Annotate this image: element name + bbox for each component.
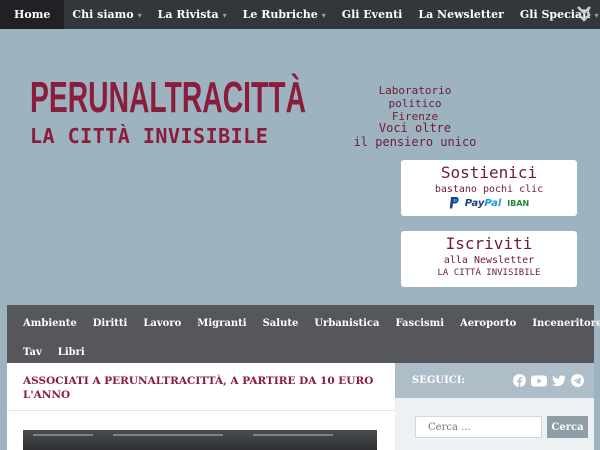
tagline-line: Laboratorio politico — [378, 84, 452, 110]
paypal-pay: Pay — [464, 197, 485, 209]
nav-label: Gli Eventi — [341, 8, 403, 21]
telegram-icon[interactable] — [571, 374, 584, 387]
chevron-down-icon: ▾ — [137, 9, 142, 20]
post-header: ASSOCIATI A PERUNALTRACITTÀ, A PARTIRE D… — [7, 363, 395, 411]
category-fascismi[interactable]: Fascismi — [387, 318, 452, 329]
social-links — [513, 374, 584, 387]
paypal-label: PayPal — [465, 198, 502, 209]
post-image[interactable] — [23, 430, 377, 450]
nav-la-newsletter[interactable]: La Newsletter — [410, 0, 512, 29]
chevron-down-icon: ▾ — [321, 9, 326, 20]
paypal-pal: Pal — [484, 197, 502, 209]
follow-header: SEGUICI: — [395, 363, 594, 398]
newsletter-title: Iscriviti — [445, 234, 533, 253]
logo-text: PERUNALTRACITTÀ — [30, 72, 306, 122]
newsletter-subtitle: alla Newsletter — [443, 255, 535, 266]
newsletter-banner[interactable]: Iscriviti alla Newsletter LA CITTÀ INVIS… — [401, 231, 577, 287]
tagline-line: Voci oltre — [378, 121, 452, 135]
category-row: Ambiente Diritti Lavoro Migranti Salute … — [15, 309, 600, 338]
search-button[interactable]: Cerca — [547, 416, 588, 438]
nav-home[interactable]: Home — [0, 0, 65, 29]
category-ambiente[interactable]: Ambiente — [15, 318, 85, 329]
image-detail — [113, 434, 223, 436]
category-migranti[interactable]: Migranti — [189, 318, 254, 329]
search-input[interactable] — [415, 416, 542, 438]
nav-chi-siamo[interactable]: Chi siamo ▾ — [64, 0, 149, 29]
facebook-icon[interactable] — [513, 374, 526, 387]
youtube-icon[interactable] — [531, 375, 547, 387]
category-tav[interactable]: Tav — [15, 347, 50, 358]
category-diritti[interactable]: Diritti — [85, 318, 136, 329]
newsletter-name: LA CITTÀ INVISIBILE — [437, 268, 541, 278]
category-aeroporto[interactable]: Aeroporto — [452, 318, 524, 329]
category-inceneritore[interactable]: Inceneritore — [524, 318, 600, 329]
support-banner[interactable]: Sostienici bastano pochi clic PayPal IBA… — [401, 160, 577, 216]
image-detail — [33, 434, 93, 436]
category-salute[interactable]: Salute — [255, 318, 307, 329]
payment-methods: PayPal IBAN — [401, 197, 577, 209]
tagline-block: Laboratorio politico Firenze — [350, 84, 480, 123]
site-logo[interactable]: PERUNALTRACITTÀ — [30, 52, 310, 122]
nav-gli-eventi[interactable]: Gli Eventi — [334, 0, 411, 29]
follow-label: SEGUICI: — [412, 375, 466, 386]
nav-la-rivista[interactable]: La Rivista ▾ — [150, 0, 235, 29]
nav-le-rubriche[interactable]: Le Rubriche ▾ — [235, 0, 334, 29]
logo-subtitle: LA CITTÀ INVISIBILE — [30, 124, 269, 148]
tagline-block-2: Voci oltre il pensiero unico — [350, 121, 480, 149]
tagline-line: il pensiero unico — [353, 135, 477, 149]
main-content: ASSOCIATI A PERUNALTRACITTÀ, A PARTIRE D… — [7, 363, 395, 450]
paypal-icon — [449, 197, 459, 209]
top-navigation: Home Chi siamo ▾ La Rivista ▾ Le Rubriche ▾… — [0, 0, 600, 29]
chevron-down-icon: ▾ — [594, 9, 599, 20]
post-title[interactable]: ASSOCIATI A PERUNALTRACITTÀ, A PARTIRE D… — [23, 374, 379, 402]
nav-label: Home — [14, 8, 51, 21]
iban-label: IBAN — [507, 198, 530, 208]
chevron-down-icon: ▾ — [222, 9, 227, 20]
support-title: Sostienici — [440, 163, 538, 182]
category-lavoro[interactable]: Lavoro — [135, 318, 189, 329]
sidebar: SEGUICI: Cerca — [395, 363, 594, 450]
nav-label: La Newsletter — [418, 8, 504, 21]
category-libri[interactable]: Libri — [50, 347, 93, 358]
nav-label: La Rivista — [157, 8, 219, 21]
double-chevron-down-icon[interactable] — [576, 5, 592, 23]
support-subtitle: bastano pochi clic — [434, 184, 544, 195]
category-navigation: Ambiente Diritti Lavoro Migranti Salute … — [7, 305, 600, 363]
search-form: Cerca — [415, 416, 588, 438]
nav-label: Chi siamo — [72, 8, 134, 21]
twitter-icon[interactable] — [552, 374, 566, 387]
image-detail — [253, 434, 333, 436]
nav-label: Le Rubriche — [242, 8, 318, 21]
category-urbanistica[interactable]: Urbanistica — [306, 318, 387, 329]
